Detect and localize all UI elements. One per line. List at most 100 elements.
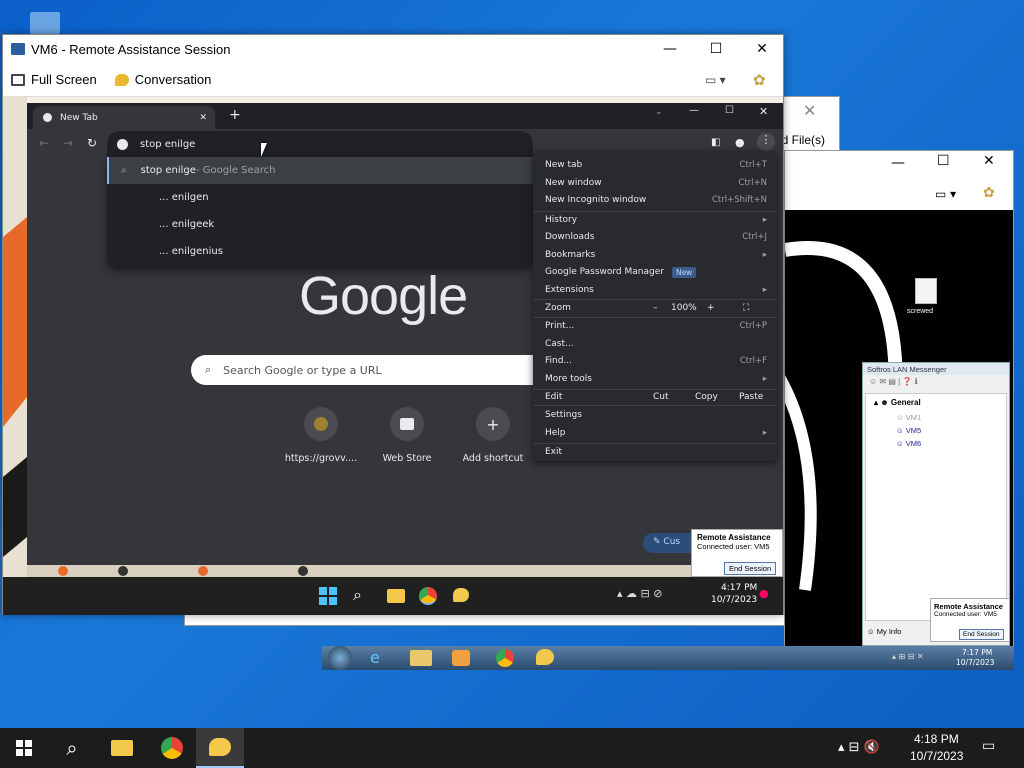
forward-icon[interactable]: →: [63, 136, 73, 150]
desktop-folder-icon[interactable]: [30, 12, 60, 34]
vm6-start-icon[interactable]: [319, 587, 337, 605]
conversation-button[interactable]: Conversation: [114, 72, 211, 87]
chrome-menu-icon[interactable]: ⋮: [757, 133, 775, 151]
vm6-chrome-icon[interactable]: [419, 587, 437, 605]
vm6-messenger-icon[interactable]: [453, 588, 469, 602]
file-icon[interactable]: [915, 278, 937, 304]
end-session-button[interactable]: End Session: [959, 629, 1004, 640]
chrome-window: New Tab ✕ + ⌄ — ☐ ✕ ← → ↻ stop enilge ◧ …: [27, 103, 783, 565]
back-icon[interactable]: ←: [39, 136, 49, 150]
full-screen-button[interactable]: Full Screen: [11, 72, 97, 87]
tab-new-tab[interactable]: New Tab ✕: [33, 106, 215, 129]
vm5-tray-icons[interactable]: ▴ ⊞ ⊟ ✕: [892, 652, 924, 661]
fullscreen-icon[interactable]: ⛶: [743, 303, 749, 313]
host-start-icon[interactable]: [10, 734, 38, 762]
vm5-minimize-icon[interactable]: —: [891, 155, 905, 171]
group-general[interactable]: ▴ ☻ General: [866, 394, 1006, 411]
menu-help[interactable]: Help ▸: [545, 425, 767, 441]
suggestion-item[interactable]: ... enilgeek: [107, 211, 533, 238]
google-search-box[interactable]: ⌕ Search Google or type a URL: [191, 355, 591, 385]
omnibox[interactable]: stop enilge: [107, 131, 533, 157]
reload-icon[interactable]: ↻: [87, 136, 97, 150]
host-ra-icon[interactable]: [196, 728, 244, 768]
vm5-settings-icon[interactable]: ✿: [983, 185, 995, 201]
vm5-maximize-icon[interactable]: ☐: [937, 153, 950, 169]
vm5-chrome-icon[interactable]: [496, 649, 514, 667]
chevron-right-icon: ▸: [762, 215, 767, 225]
menu-new-window[interactable]: New window Ctrl+N: [545, 175, 767, 191]
profile-icon[interactable]: ●: [735, 136, 745, 149]
vm6-explorer-icon[interactable]: [387, 589, 405, 603]
user-vm5[interactable]: ☺ VM5: [866, 424, 1006, 437]
menu-paste[interactable]: Paste: [739, 392, 763, 402]
shortcut-add[interactable]: + Add shortcut: [453, 407, 533, 464]
vm5-media-icon[interactable]: [452, 650, 470, 666]
user-vm1[interactable]: ☺ VM1: [866, 411, 1006, 424]
chrome-maximize-icon[interactable]: ☐: [725, 105, 734, 116]
vm5-close-icon[interactable]: ✕: [983, 153, 995, 169]
suggestion-google-search[interactable]: ⌕ stop enilge - Google Search: [107, 157, 533, 184]
menu-find[interactable]: Find... Ctrl+F: [545, 353, 767, 369]
vm5-taskbar: e ▴ ⊞ ⊟ ✕ 7:17 PM 10/7/2023: [322, 646, 1014, 670]
shortcut-web-store[interactable]: Web Store: [367, 407, 447, 464]
menu-extensions[interactable]: Extensions ▸: [545, 282, 767, 298]
suggestion-item[interactable]: ... enilgenius: [107, 238, 533, 265]
end-session-button[interactable]: End Session: [724, 562, 777, 575]
display-settings-icon[interactable]: ▭ ▾: [705, 73, 726, 87]
omnibox-input[interactable]: stop enilge: [140, 139, 195, 150]
vm6-search-icon[interactable]: ⌕: [353, 585, 362, 605]
host-tray-icons[interactable]: ▴ ⊟ 🔇: [838, 740, 880, 755]
host-chrome-icon[interactable]: [158, 734, 186, 762]
vm6-minimize-icon[interactable]: —: [647, 35, 693, 63]
menu-password-manager[interactable]: Google Password Manager New: [545, 264, 767, 280]
menu-cut[interactable]: Cut: [653, 392, 669, 402]
chrome-tab-favicon-icon: [43, 113, 52, 122]
menu-more-tools[interactable]: More tools ▸: [545, 371, 767, 387]
behind-window-close-icon[interactable]: ✕: [803, 101, 816, 120]
vm5-display-icon[interactable]: ▭ ▾: [935, 187, 956, 201]
vm6-close-icon[interactable]: ✕: [739, 35, 785, 63]
vm6-desktop: New Tab ✕ + ⌄ — ☐ ✕ ← → ↻ stop enilge ◧ …: [3, 97, 783, 615]
menu-print[interactable]: Print... Ctrl+P: [545, 318, 767, 334]
vm6-tray-icons[interactable]: ▴ ☁ ⊟ ⊘: [617, 587, 662, 600]
zoom-in-button[interactable]: +: [707, 303, 715, 313]
menu-copy[interactable]: Copy: [695, 392, 718, 402]
chrome-minimize-icon[interactable]: —: [689, 105, 699, 116]
side-panel-icon[interactable]: ◧: [711, 137, 720, 148]
menu-downloads[interactable]: Downloads Ctrl+J: [545, 229, 767, 245]
vm5-start-icon[interactable]: [328, 646, 352, 670]
vm6-toolbar: Full Screen Conversation ▭ ▾ ✿: [3, 63, 783, 97]
menu-history[interactable]: History ▸: [545, 212, 767, 228]
host-explorer-icon[interactable]: [108, 734, 136, 762]
chevron-right-icon: ▸: [762, 250, 767, 260]
menu-zoom: Zoom – 100% + ⛶: [545, 303, 750, 313]
host-notification-icon[interactable]: ▭: [982, 738, 995, 754]
zoom-out-button[interactable]: –: [653, 303, 658, 313]
my-info-button[interactable]: ☺ My Info: [867, 627, 901, 636]
vm5-ie-icon[interactable]: e: [370, 648, 390, 668]
chrome-close-icon[interactable]: ✕: [759, 105, 768, 118]
menu-settings[interactable]: Settings: [545, 407, 767, 423]
vm6-maximize-icon[interactable]: ☐: [693, 35, 739, 63]
new-tab-button[interactable]: +: [229, 107, 241, 123]
ra-user: Connected user: VM5: [934, 611, 997, 618]
menu-bookmarks[interactable]: Bookmarks ▸: [545, 247, 767, 263]
settings-icon[interactable]: ✿: [753, 71, 766, 89]
tab-search-icon[interactable]: ⌄: [655, 107, 663, 117]
menu-new-tab[interactable]: New tab Ctrl+T: [545, 157, 767, 173]
new-badge: New: [671, 266, 697, 278]
host-search-icon[interactable]: ⌕: [58, 734, 86, 762]
vm5-explorer-icon[interactable]: [410, 650, 432, 666]
suggestion-item[interactable]: ... enilgen: [107, 184, 533, 211]
shortcut-grovv-icon: [304, 407, 338, 441]
menu-exit[interactable]: Exit: [545, 444, 767, 460]
user-vm6[interactable]: ☺ VM6: [866, 437, 1006, 450]
vm6-window: VM6 - Remote Assistance Session — ☐ ✕ Fu…: [2, 34, 784, 615]
vm5-messenger-icon[interactable]: [536, 649, 554, 665]
menu-cast[interactable]: Cast...: [545, 336, 767, 352]
tab-close-icon[interactable]: ✕: [199, 113, 207, 123]
shortcut-grovv[interactable]: https://grovv....: [281, 407, 361, 464]
menu-new-incognito[interactable]: New Incognito window Ctrl+Shift+N: [545, 192, 767, 208]
vm6-clock-time: 4:17 PM: [721, 583, 758, 593]
vm6-notification-icon[interactable]: ●: [759, 587, 769, 600]
